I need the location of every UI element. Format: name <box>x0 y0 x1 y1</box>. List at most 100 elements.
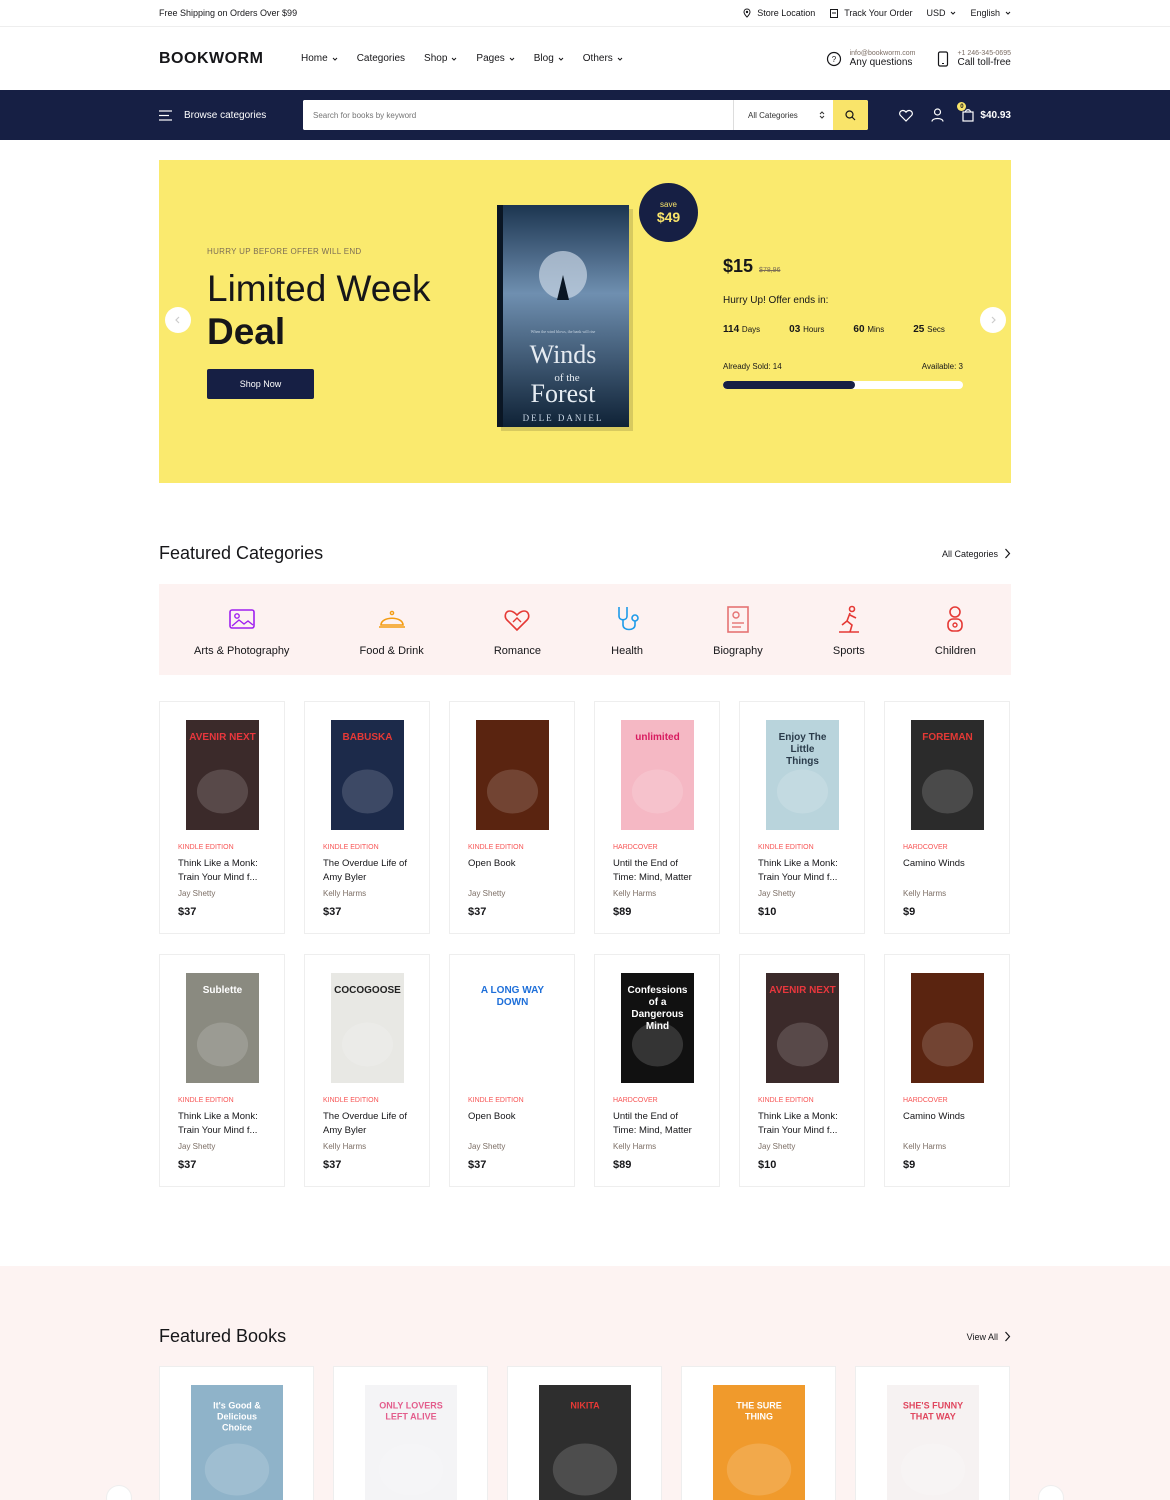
search-input[interactable] <box>303 100 733 130</box>
browse-categories-button[interactable]: Browse categories <box>159 110 303 121</box>
cover-art <box>776 1022 828 1067</box>
featured-book-card[interactable]: It's Good & Delicious Choice <box>159 1366 314 1500</box>
book-cover[interactable]: FOREMAN <box>910 720 984 830</box>
product-format: KINDLE EDITION <box>758 844 814 851</box>
nav-home[interactable]: Home <box>301 53 338 64</box>
nav-others[interactable]: Others <box>583 53 623 64</box>
nav-categories[interactable]: Categories <box>357 53 405 64</box>
product-title[interactable]: Open Book <box>468 857 556 885</box>
site-logo[interactable]: BOOKWORM <box>159 50 301 68</box>
featured-book-card[interactable]: SHE'S FUNNY THAT WAY <box>855 1366 1010 1500</box>
language-select[interactable]: English <box>970 8 1011 18</box>
category-children[interactable]: Children <box>935 603 976 657</box>
nav-blog[interactable]: Blog <box>534 53 564 64</box>
product-title[interactable]: Think Like a Monk: Train Your Mind f... <box>758 1110 846 1138</box>
book-cover[interactable]: SHE'S FUNNYTHAT WAY <box>886 1385 979 1500</box>
product-card[interactable]: AVENIR NEXT KINDLE EDITION Think Like a Mo… <box>159 701 285 934</box>
store-location-link[interactable]: Store Location <box>742 8 815 18</box>
book-cover[interactable]: THE SURETHING <box>712 1385 805 1500</box>
book-cover[interactable]: AVENIR NEXT <box>765 973 839 1083</box>
currency-select[interactable]: USD <box>926 8 956 18</box>
category-health[interactable]: Health <box>611 603 643 657</box>
product-card[interactable]: Enjoy The Little Things KINDLE EDITION Think… <box>739 701 865 934</box>
category-biography[interactable]: Biography <box>713 603 763 657</box>
product-title[interactable]: The Overdue Life of Amy Byler <box>323 1110 411 1138</box>
product-card[interactable]: BABUSKA KINDLE EDITION The Overdue Life of… <box>304 701 430 934</box>
featured-book-cover[interactable]: Winds of the Forest When the wind blows,… <box>497 205 635 435</box>
product-card[interactable]: COCOGOOSE KINDLE EDITION The Overdue Life … <box>304 954 430 1187</box>
product-card[interactable]: HARDCOVER Camino Winds Kelly Harms $9 <box>884 954 1010 1187</box>
product-title[interactable]: Camino Winds <box>903 1110 991 1138</box>
search-form: All Categories <box>303 100 868 130</box>
product-title[interactable]: Think Like a Monk: Train Your Mind f... <box>178 857 266 885</box>
product-title[interactable]: Think Like a Monk: Train Your Mind f... <box>178 1110 266 1138</box>
product-title[interactable]: Until the End of Time: Mind, Matter <box>613 857 701 885</box>
book-cover[interactable]: ONLY LOVERSLEFT ALIVE <box>364 1385 457 1500</box>
chevron-right-icon <box>1005 1331 1011 1342</box>
product-card[interactable]: FOREMAN HARDCOVER Camino Winds Kelly Harms $… <box>884 701 1010 934</box>
track-order-link[interactable]: Track Your Order <box>829 8 912 18</box>
book-title-top: Winds <box>530 340 597 369</box>
product-card[interactable]: unlimited HARDCOVER Until the End of Time:… <box>594 701 720 934</box>
search-button[interactable] <box>833 100 868 130</box>
cover-title: Sublette <box>202 985 242 996</box>
book-cover[interactable]: A LONG WAYDOWN <box>475 973 549 1083</box>
contact-phone-number: +1 246-345-0695 <box>957 49 1011 57</box>
product-title[interactable]: Open Book <box>468 1110 556 1138</box>
category-food-drink[interactable]: Food & Drink <box>360 603 424 657</box>
cover-title: FOREMAN <box>922 732 973 743</box>
contact-phone[interactable]: +1 246-345-0695 Call toll-free <box>937 50 1011 68</box>
product-author: Jay Shetty <box>468 889 506 898</box>
product-format: KINDLE EDITION <box>323 844 379 851</box>
category-sports[interactable]: Sports <box>833 603 865 657</box>
product-title[interactable]: Until the End of Time: Mind, Matter <box>613 1110 701 1138</box>
book-cover[interactable]: Enjoy TheLittleThings <box>765 720 839 830</box>
book-cover[interactable]: Sublette <box>185 973 259 1083</box>
book-cover[interactable]: NIKITA <box>538 1385 631 1500</box>
nav-pages[interactable]: Pages <box>476 53 515 64</box>
cloche-icon <box>378 610 405 628</box>
product-title[interactable]: Camino Winds <box>903 857 991 885</box>
user-icon[interactable] <box>931 108 945 122</box>
location-pin-icon <box>743 8 751 18</box>
hero-next-button[interactable] <box>980 307 1006 333</box>
runner-icon <box>838 605 859 633</box>
product-format: KINDLE EDITION <box>323 1097 379 1104</box>
book-cover[interactable]: COCOGOOSE <box>330 973 404 1083</box>
category-romance[interactable]: Romance <box>494 603 541 657</box>
featured-book-card[interactable]: NIKITA <box>507 1366 662 1500</box>
shop-now-button[interactable]: Shop Now <box>207 369 314 399</box>
featured-book-card[interactable]: THE SURE THING <box>681 1366 836 1500</box>
baby-icon <box>947 605 964 632</box>
hero-prev-button[interactable] <box>165 307 191 333</box>
product-author: Jay Shetty <box>178 889 216 898</box>
book-cover[interactable] <box>475 720 549 830</box>
book-cover[interactable]: Confessionsof aDangerousMind <box>620 973 694 1083</box>
product-card[interactable]: AVENIR NEXT KINDLE EDITION Think Like a Mo… <box>739 954 865 1187</box>
product-card[interactable]: KINDLE EDITION Open Book Jay Shetty $37 <box>449 701 575 934</box>
product-title[interactable]: Think Like a Monk: Train Your Mind f... <box>758 857 846 885</box>
book-cover[interactable] <box>910 973 984 1083</box>
product-card[interactable]: Sublette KINDLE EDITION Think Like a Monk:… <box>159 954 285 1187</box>
cover-title: BABUSKA <box>342 732 392 743</box>
stock-status: Already Sold: 14 Available: 3 <box>723 362 963 371</box>
book-cover[interactable]: AVENIR NEXT <box>185 720 259 830</box>
product-title[interactable]: The Overdue Life of Amy Byler <box>323 857 411 885</box>
contact-email[interactable]: ? info@bookworm.com Any questions <box>826 50 915 68</box>
category-label: Health <box>611 644 643 657</box>
product-card[interactable]: A LONG WAY DOWN KINDLE EDITION Open Book Jay… <box>449 954 575 1187</box>
category-arts-photography[interactable]: Arts & Photography <box>194 603 289 657</box>
featured-book-card[interactable]: ONLY LOVERS LEFT ALIVE <box>333 1366 488 1500</box>
book-cover[interactable]: It's Good &DeliciousChoice <box>190 1385 283 1500</box>
product-card[interactable]: Confessions of a Dangerous Mind HARDCOVER Unt… <box>594 954 720 1187</box>
heart-icon[interactable] <box>899 109 914 122</box>
book-cover[interactable]: BABUSKA <box>330 720 404 830</box>
all-categories-link[interactable]: All Categories <box>942 548 1011 559</box>
search-category-select[interactable]: All Categories <box>733 100 833 130</box>
book-cover[interactable]: unlimited <box>620 720 694 830</box>
cover-art <box>552 1443 617 1496</box>
nav-shop[interactable]: Shop <box>424 53 457 64</box>
view-all-link[interactable]: View All <box>967 1331 1011 1342</box>
cart-button[interactable]: 0 $40.93 <box>957 102 1011 122</box>
cover-title: It's Good & <box>213 1400 261 1410</box>
